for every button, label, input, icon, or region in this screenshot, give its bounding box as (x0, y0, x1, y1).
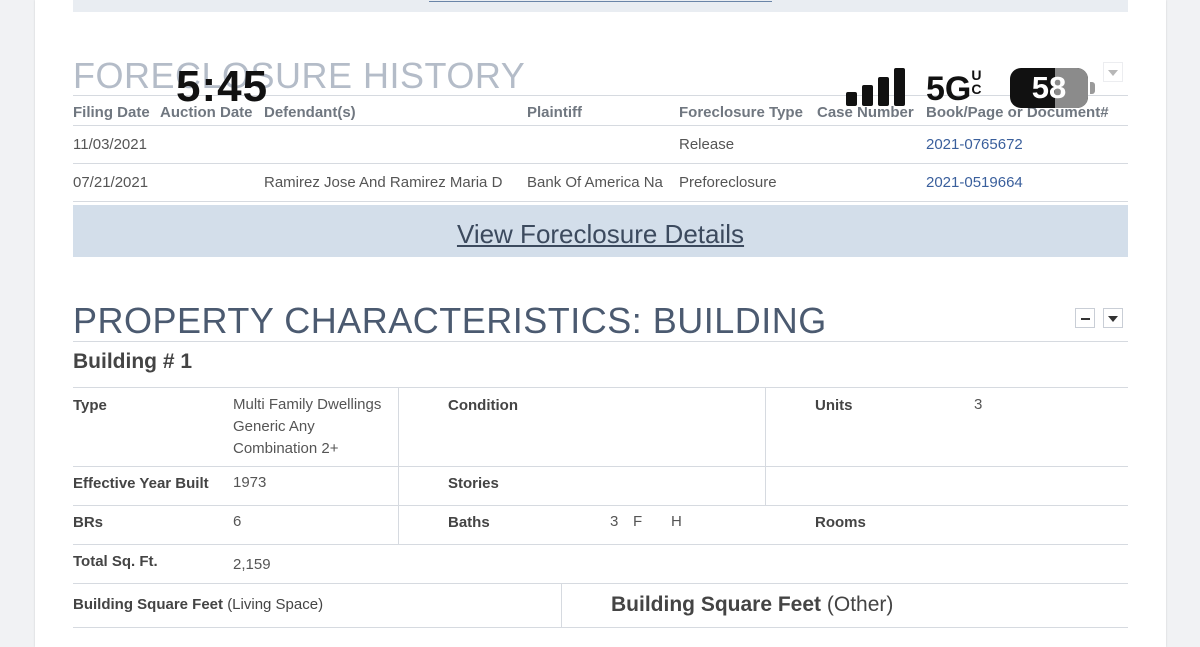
units-label: Units (815, 397, 853, 414)
units-value: 3 (974, 396, 983, 413)
row1-document-link[interactable]: 2021-0765672 (926, 136, 1023, 153)
total-sqft-value: 2,159 (233, 556, 271, 573)
type-label: Type (73, 397, 107, 414)
bsf-other-suffix: (Other) (826, 593, 894, 616)
total-sqft-label: Total Sq. Ft. (73, 553, 158, 570)
effective-year-value: 1973 (233, 474, 267, 491)
bsf-living-label: Building Square Feet (Living Space) (73, 596, 323, 613)
bsf-other-label: Building Square Feet (Other) (611, 593, 893, 617)
effective-year-label: Effective Year Built (73, 475, 209, 492)
collapse-dropdown-icon[interactable] (1103, 62, 1123, 82)
row1-filing-date: 11/03/2021 (73, 136, 147, 153)
col-plaintiff: Plaintiff (527, 104, 582, 121)
baths-label: Baths (448, 514, 490, 531)
collapse-minus-icon[interactable] (1075, 308, 1095, 328)
row2-defendants: Ramirez Jose And Ramirez Maria D (264, 174, 503, 191)
status-time: 5:45 (176, 62, 269, 111)
rooms-label: Rooms (815, 514, 866, 531)
row2-type: Preforeclosure (679, 174, 777, 191)
view-foreclosure-details-button[interactable]: View Foreclosure Details (73, 205, 1128, 257)
condition-label: Condition (448, 397, 518, 414)
baths-full-marker: F (633, 513, 643, 530)
baths-value: 3 (610, 513, 619, 530)
row2-plaintiff: Bank Of America Na (527, 174, 663, 191)
col-filing-date: Filing Date (73, 104, 150, 121)
cell-signal-icon (846, 68, 908, 106)
property-characteristics-title: PROPERTY CHARACTERISTICS: BUILDING (73, 300, 827, 341)
battery-icon: 58 (1010, 68, 1088, 108)
previous-section-bar (73, 0, 1128, 12)
building-number-heading: Building # 1 (73, 350, 193, 373)
col-foreclosure-type: Foreclosure Type (679, 104, 803, 121)
brs-value: 6 (233, 513, 242, 530)
bsf-living-text: Building Square Feet (73, 596, 224, 613)
collapse-dropdown-icon[interactable] (1103, 308, 1123, 328)
foreclosure-history-title: FORECLOSURE HISTORY (73, 55, 526, 96)
network-sup: UC (971, 67, 982, 97)
battery-nub (1090, 82, 1095, 94)
stories-label: Stories (448, 475, 499, 492)
row2-filing-date: 07/21/2021 (73, 174, 149, 191)
network-indicator: 5GUC (926, 68, 983, 109)
row1-type: Release (679, 136, 735, 153)
bsf-other-text: Building Square Feet (611, 593, 822, 616)
bsf-living-suffix: (Living Space) (227, 596, 324, 613)
col-case-number: Case Number (817, 104, 914, 121)
col-defendants: Defendant(s) (264, 104, 356, 121)
battery-level: 58 (1031, 70, 1067, 105)
baths-half-marker: H (671, 513, 682, 530)
row2-document-link[interactable]: 2021-0519664 (926, 174, 1023, 191)
brs-label: BRs (73, 514, 104, 531)
type-value: Multi Family Dwellings Generic Any Combi… (233, 396, 382, 457)
network-type: 5G (926, 70, 972, 108)
